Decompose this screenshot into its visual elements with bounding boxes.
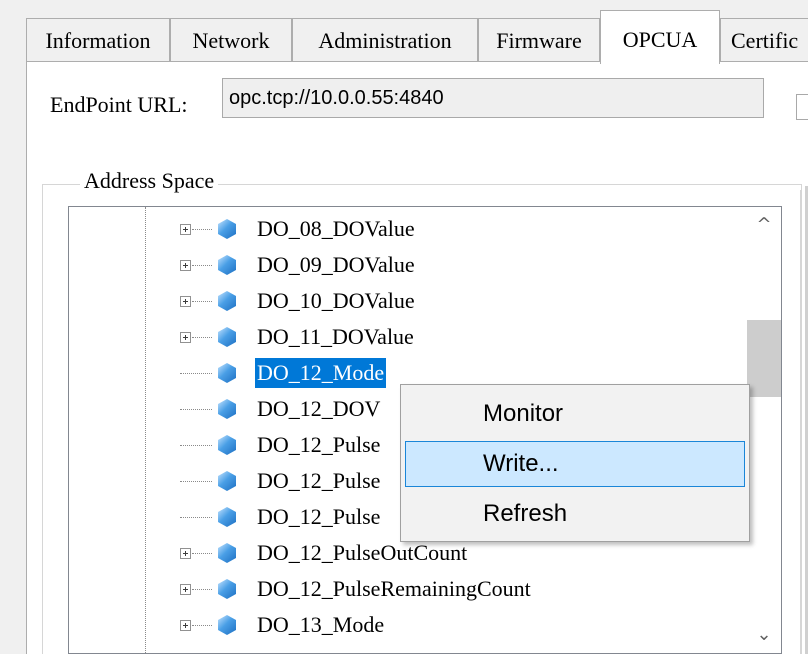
tree-node-label[interactable]: DO_12_PulseRemainingCount [255, 574, 533, 604]
tree-node[interactable]: DO_10_DOValue [69, 283, 749, 319]
tree-node[interactable]: DO_13_Mode [69, 607, 749, 643]
group-edge [800, 190, 801, 654]
tree-node-label[interactable]: DO_12_DOV [255, 394, 382, 424]
tree-node-label[interactable]: DO_12_Pulse [255, 502, 382, 532]
variable-node-icon [218, 219, 236, 239]
variable-node-icon [218, 471, 236, 491]
scroll-up-icon[interactable]: ^ [747, 207, 781, 243]
expand-icon[interactable] [180, 296, 191, 307]
endpoint-url-field[interactable]: opc.tcp://10.0.0.55:4840 [222, 78, 764, 118]
variable-node-icon [218, 399, 236, 419]
tree-connector [180, 517, 212, 518]
variable-node-icon [218, 291, 236, 311]
expand-icon[interactable] [180, 548, 191, 559]
expand-icon[interactable] [180, 332, 191, 343]
expand-icon[interactable] [180, 260, 191, 271]
scroll-thumb[interactable] [747, 320, 781, 397]
scroll-down-icon[interactable]: ⌄ [747, 617, 781, 653]
variable-node-icon [218, 507, 236, 527]
menu-item-write[interactable]: Write... [405, 441, 745, 487]
tree-connector [192, 553, 212, 554]
tree-node-label[interactable]: DO_11_DOValue [255, 322, 416, 352]
tree-connector [192, 265, 212, 266]
tree-node-label[interactable]: DO_12_Pulse [255, 466, 382, 496]
variable-node-icon [218, 327, 236, 347]
tree-node[interactable]: DO_12_PulseRemainingCount [69, 571, 749, 607]
tree-connector [192, 229, 212, 230]
tree-node-label[interactable]: DO_10_DOValue [255, 286, 417, 316]
vertical-scrollbar[interactable]: ^ ⌄ [747, 207, 781, 653]
variable-node-icon [218, 255, 236, 275]
tree-node[interactable]: DO_11_DOValue [69, 319, 749, 355]
variable-node-icon [218, 543, 236, 563]
context-menu: Monitor Write... Refresh [400, 384, 750, 542]
expand-icon[interactable] [180, 584, 191, 595]
tab-opcua[interactable]: OPCUA [600, 10, 720, 64]
tree-node-label[interactable]: DO_12_Pulse [255, 430, 382, 460]
tree-connector [180, 409, 212, 410]
tree-connector [192, 301, 212, 302]
tree-connector [180, 481, 212, 482]
tree-connector [192, 625, 212, 626]
endpoint-url-label: EndPoint URL: [50, 92, 188, 117]
variable-node-icon [218, 615, 236, 635]
menu-item-monitor[interactable]: Monitor [405, 391, 745, 437]
tab-firmware[interactable]: Firmware [478, 18, 600, 62]
tree-connector [192, 589, 212, 590]
connect-checkbox[interactable] [796, 94, 808, 120]
tree-node-label[interactable]: DO_13_Mode [255, 610, 386, 640]
variable-node-icon [218, 363, 236, 383]
tree-connector [180, 445, 212, 446]
tab-network[interactable]: Network [170, 18, 292, 62]
expand-icon[interactable] [180, 224, 191, 235]
variable-node-icon [218, 579, 236, 599]
tree-connector [192, 337, 212, 338]
tree-node-label[interactable]: DO_12_Mode [253, 357, 388, 389]
expand-icon[interactable] [180, 620, 191, 631]
tab-bar: Information Network Administration Firmw… [0, 0, 808, 64]
tree-connector [180, 373, 212, 374]
address-space-legend: Address Space [80, 168, 219, 194]
tree-node-label[interactable]: DO_12_PulseOutCount [255, 538, 469, 568]
tree-node[interactable]: DO_08_DOValue [69, 211, 749, 247]
tree-node[interactable]: DO_09_DOValue [69, 247, 749, 283]
tab-administration[interactable]: Administration [292, 18, 478, 62]
variable-node-icon [218, 435, 236, 455]
tree-node-label[interactable]: DO_09_DOValue [255, 250, 417, 280]
tab-certificate[interactable]: Certific [720, 18, 808, 62]
tree-node-label[interactable]: DO_08_DOValue [255, 214, 417, 244]
menu-item-refresh[interactable]: Refresh [405, 491, 745, 537]
tab-information[interactable]: Information [26, 18, 170, 62]
